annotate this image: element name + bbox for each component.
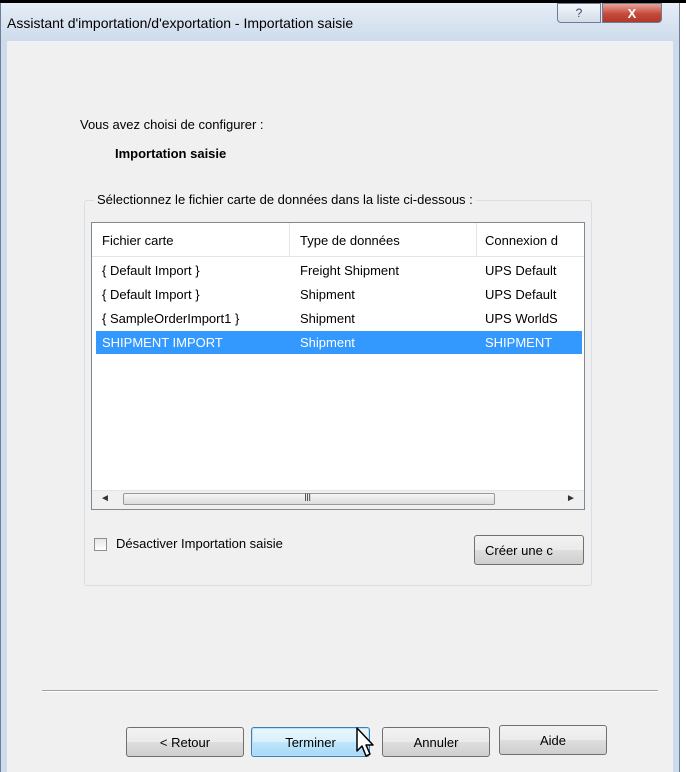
cell-map-file: { Default Import } [102,263,200,278]
map-file-list[interactable]: Fichier carte Type de données Connexion … [91,222,585,510]
help-window-button[interactable]: ? [557,3,601,23]
list-row[interactable]: { Default Import } Freight Shipment UPS … [96,259,582,282]
cell-data-type: Shipment [300,311,355,326]
close-window-button[interactable]: X [602,3,662,23]
create-map-button-label: Créer une c [485,542,553,558]
scroll-left-arrow-icon[interactable]: ◄ [100,493,110,504]
cancel-button[interactable]: Annuler [382,727,490,757]
scroll-right-arrow-icon[interactable]: ► [566,493,576,504]
cell-map-file: { Default Import } [102,287,200,302]
column-separator[interactable] [476,223,477,256]
cancel-button-label: Annuler [413,734,459,750]
disable-checkbox-label[interactable]: Désactiver Importation saisie [116,536,283,551]
intro-text: Vous avez choisi de configurer : [80,117,264,132]
window-title: Assistant d'importation/d'exportation - … [7,15,354,31]
cell-connection: UPS Default [485,287,557,302]
cell-connection: SHIPMENT [485,335,553,350]
footer-divider [42,690,658,692]
cell-data-type: Freight Shipment [300,263,399,278]
group-label: Sélectionnez le fichier carte de données… [94,192,476,207]
column-header-connection[interactable]: Connexion d [485,233,558,248]
disable-checkbox[interactable] [94,538,107,551]
list-row[interactable]: { SampleOrderImport1 } Shipment UPS Worl… [96,307,582,330]
create-map-button[interactable]: Créer une c [474,535,584,565]
cell-connection: UPS WorldS [485,311,558,326]
window-right-edge [679,3,680,772]
cell-map-file: SHIPMENT IMPORT [102,335,223,350]
scrollbar-thumb[interactable]: III [123,492,495,505]
selected-config: Importation saisie [115,146,227,161]
horizontal-scrollbar[interactable]: ◄ III ► [92,490,584,509]
grip-icon: III [304,492,311,504]
list-row[interactable]: { Default Import } Shipment UPS Default [96,283,582,306]
finish-button-label: Terminer [285,734,336,750]
column-separator[interactable] [289,223,290,256]
cell-data-type: Shipment [300,335,355,350]
list-header: Fichier carte Type de données Connexion … [92,223,584,257]
window-left-edge [0,3,1,772]
back-button[interactable]: < Retour [126,727,244,757]
help-button[interactable]: Aide [499,725,607,755]
list-row-selected[interactable]: SHIPMENT IMPORT Shipment SHIPMENT [96,331,582,354]
cell-map-file: { SampleOrderImport1 } [102,311,240,326]
finish-button[interactable]: Terminer [251,727,370,757]
cell-connection: UPS Default [485,263,557,278]
column-header-data-type[interactable]: Type de données [300,233,400,248]
cell-data-type: Shipment [300,287,355,302]
help-button-label: Aide [539,732,567,748]
title-bar: Assistant d'importation/d'exportation - … [0,3,680,41]
mouse-cursor-icon [356,727,374,757]
close-icon: X [627,5,637,21]
help-icon: ? [575,6,583,20]
column-header-map-file[interactable]: Fichier carte [102,233,174,248]
back-button-label: < Retour [159,734,211,750]
